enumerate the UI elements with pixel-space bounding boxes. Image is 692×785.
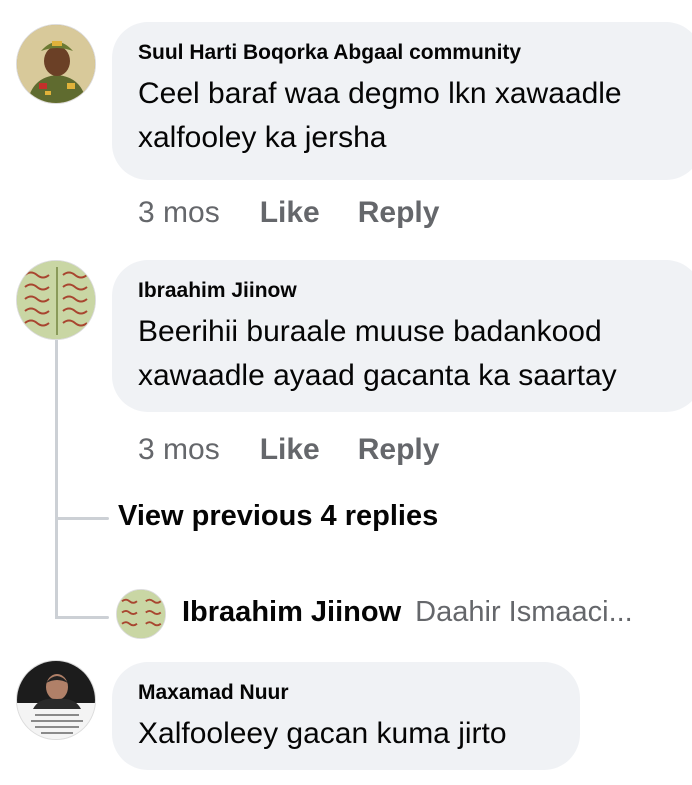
person-portrait-icon — [17, 661, 95, 739]
comment-text-line: xalfooley ka jersha — [138, 121, 387, 154]
comment-bubble: Ibraahim Jiinow Beerihii buraale muuse b… — [112, 260, 692, 412]
reply-button[interactable]: Reply — [358, 433, 440, 467]
comment-timestamp[interactable]: 3 mos — [138, 433, 220, 467]
comment-actions: 3 mos Like Reply — [138, 196, 477, 230]
reply-button[interactable]: Reply — [358, 196, 440, 230]
avatar[interactable] — [116, 589, 166, 639]
comment-author[interactable]: Ibraahim Jiinow — [138, 278, 692, 304]
thread-connector — [55, 517, 109, 520]
like-button[interactable]: Like — [260, 196, 320, 230]
comment-author[interactable]: Suul Harti Boqorka Abgaal community — [138, 40, 692, 66]
calligraphy-image-icon — [17, 261, 95, 339]
reply-preview-text: Daahir Ismaaci... — [415, 596, 633, 628]
comment-text: Ceel baraf waa degmo lkn xawaadle xalfoo… — [138, 72, 692, 160]
comment-actions: 3 mos Like Reply — [138, 433, 477, 467]
calligraphy-image-icon — [117, 590, 165, 638]
thread-connector — [55, 616, 109, 619]
thread-line — [55, 340, 58, 619]
military-portrait-icon — [17, 25, 95, 103]
reply-preview[interactable]: Ibraahim Jiinow Daahir Ismaaci... — [182, 596, 692, 629]
comment-text-line: Xalfooleey gacan kuma jirto — [138, 717, 507, 750]
like-button[interactable]: Like — [260, 433, 320, 467]
reply-preview-author[interactable]: Ibraahim Jiinow — [182, 596, 401, 628]
comment-timestamp[interactable]: 3 mos — [138, 196, 220, 230]
view-previous-replies-link[interactable]: View previous 4 replies — [118, 500, 438, 533]
avatar[interactable] — [16, 24, 96, 104]
comment-text-line: Ceel baraf waa degmo lkn xawaadle — [138, 77, 622, 110]
comment-text: Beerihii buraale muuse badankood xawaadl… — [138, 310, 692, 398]
avatar[interactable] — [16, 660, 96, 740]
comment-bubble: Suul Harti Boqorka Abgaal community Ceel… — [112, 22, 692, 180]
comment-author[interactable]: Maxamad Nuur — [138, 680, 580, 706]
avatar[interactable] — [16, 260, 96, 340]
comment-bubble: Maxamad Nuur Xalfooleey gacan kuma jirto — [112, 662, 580, 770]
comment-text-line: xawaadle ayaad gacanta ka saartay — [138, 359, 617, 392]
comment-text: Xalfooleey gacan kuma jirto — [138, 712, 580, 756]
comment-text-line: Beerihii buraale muuse badankood — [138, 315, 602, 348]
